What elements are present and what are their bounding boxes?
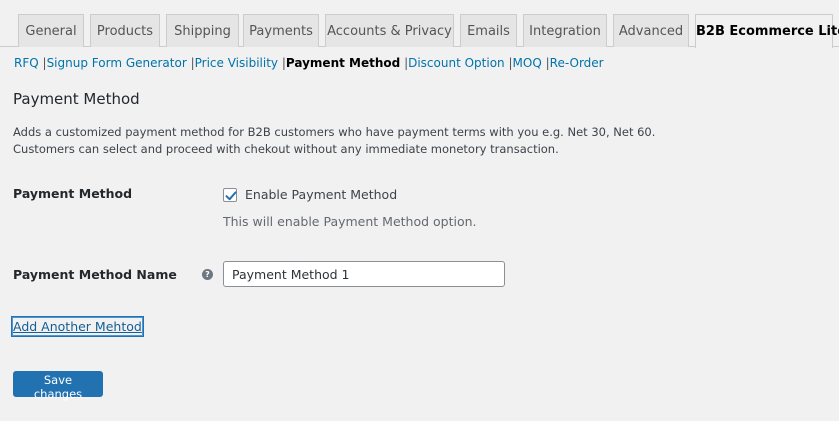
description-line-2: Customers can select and proceed with ch…	[13, 142, 559, 156]
tab-general[interactable]: General	[18, 14, 84, 47]
tab-advanced[interactable]: Advanced	[613, 14, 689, 47]
subnav-moq[interactable]: MOQ	[513, 56, 542, 70]
tab-integration[interactable]: Integration	[523, 14, 607, 47]
payment-method-name-label: Payment Method Name	[13, 267, 177, 282]
section-description: Adds a customized payment method for B2B…	[13, 124, 655, 158]
description-line-1: Adds a customized payment method for B2B…	[13, 125, 656, 139]
save-changes-button[interactable]: Save changes	[13, 371, 103, 401]
tab-payments[interactable]: Payments	[243, 14, 319, 47]
payment-method-hint: This will enable Payment Method option.	[223, 214, 477, 229]
help-tip-icon[interactable]: ?	[202, 269, 213, 280]
subnav-rfq[interactable]: RFQ	[14, 56, 39, 70]
payment-method-name-input[interactable]	[223, 261, 505, 287]
checkmark-icon	[225, 191, 237, 201]
subnav-price-visibility[interactable]: Price Visibility	[195, 56, 278, 70]
subnav-payment-method[interactable]: Payment Method	[286, 56, 400, 70]
settings-tab-bar: General Products Shipping Payments Accou…	[0, 0, 839, 48]
enable-payment-method-checkbox[interactable]	[223, 188, 237, 202]
section-title: Payment Method	[13, 90, 140, 108]
tab-shipping[interactable]: Shipping	[166, 14, 239, 47]
tab-b2b-ecommerce-lite[interactable]: B2B Ecommerce Lite	[695, 14, 839, 48]
subnav-signup-form-generator[interactable]: Signup Form Generator	[47, 56, 187, 70]
enable-payment-method-label[interactable]: Enable Payment Method	[245, 187, 397, 202]
tab-products[interactable]: Products	[90, 14, 160, 47]
subnav-re-order[interactable]: Re-Order	[550, 56, 604, 70]
payment-method-label: Payment Method	[13, 186, 133, 201]
tab-emails[interactable]: Emails	[460, 14, 517, 47]
add-another-method-link[interactable]: Add Another Mehtod	[12, 317, 143, 336]
tab-accounts-privacy[interactable]: Accounts & Privacy	[325, 14, 454, 47]
sub-navigation: RFQ |Signup Form Generator |Price Visibi…	[14, 56, 604, 70]
subnav-discount-option[interactable]: Discount Option	[408, 56, 505, 70]
